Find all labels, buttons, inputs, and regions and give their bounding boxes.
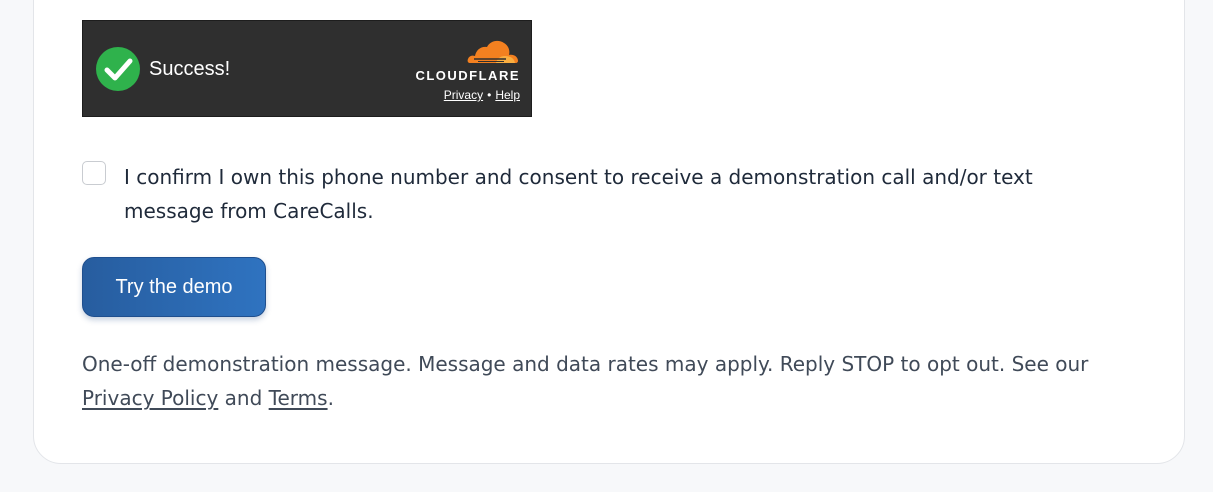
turnstile-links: Privacy • Help — [444, 88, 520, 102]
consent-label: I confirm I own this phone number and co… — [124, 165, 1033, 223]
terms-link[interactable]: Terms — [269, 386, 328, 410]
turnstile-help-link[interactable]: Help — [495, 88, 520, 102]
success-check-icon — [96, 47, 140, 91]
disclaimer-text: One-off demonstration message. Message a… — [82, 347, 1142, 415]
cloudflare-wordmark: CLOUDFLARE — [415, 68, 520, 83]
cloudflare-cloud-icon — [467, 40, 518, 63]
try-demo-button[interactable]: Try the demo — [82, 257, 266, 317]
disclaimer-part-2: and — [218, 386, 269, 410]
cloudflare-turnstile-widget[interactable]: Success! CLOUDFLARE Privacy • Help — [82, 20, 532, 117]
disclaimer-part-3: . — [327, 386, 334, 410]
disclaimer-part-1: One-off demonstration message. Message a… — [82, 352, 1089, 376]
cloudflare-brand: CLOUDFLARE Privacy • Help — [408, 37, 520, 107]
consent-checkbox[interactable] — [82, 161, 106, 185]
link-separator: • — [487, 88, 492, 102]
turnstile-privacy-link[interactable]: Privacy — [444, 88, 483, 102]
privacy-policy-link[interactable]: Privacy Policy — [82, 386, 218, 410]
turnstile-status: Success! — [149, 58, 231, 80]
